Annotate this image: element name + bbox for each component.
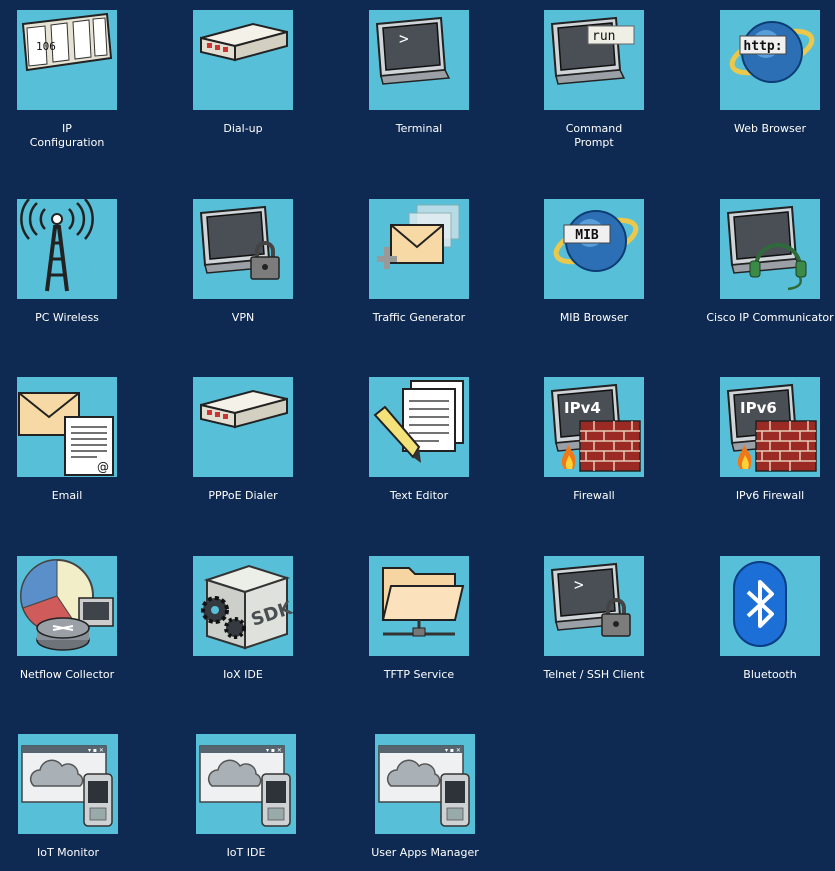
cloud-phone-icon[interactable]: ▾ ▪ ✕ xyxy=(196,734,296,834)
app-label[interactable]: VPN xyxy=(173,311,313,325)
cloud-phone-icon[interactable]: ▾ ▪ ✕ xyxy=(18,734,118,834)
svg-text:MIB: MIB xyxy=(575,228,599,243)
app-label[interactable]: PPPoE Dialer xyxy=(173,489,313,503)
app-label[interactable]: TFTP Service xyxy=(349,668,489,682)
app-label[interactable]: Netflow Collector xyxy=(0,668,137,682)
envelopes-icon[interactable] xyxy=(369,199,469,299)
app-label[interactable]: IoT IDE xyxy=(176,846,316,860)
app-label[interactable]: Dial-up xyxy=(173,122,313,136)
svg-text:▾ ▪ ✕: ▾ ▪ ✕ xyxy=(266,747,282,754)
app-label[interactable]: Telnet / SSH Client xyxy=(524,668,664,682)
app-label[interactable]: IP Configuration xyxy=(0,122,137,150)
app-label[interactable]: Web Browser xyxy=(700,122,835,136)
folder-network-icon[interactable] xyxy=(369,556,469,656)
app-label[interactable]: Command Prompt xyxy=(524,122,664,150)
svg-text:IPv6: IPv6 xyxy=(740,399,777,417)
svg-text:IPv4: IPv4 xyxy=(564,399,601,417)
app-label[interactable]: Email xyxy=(0,489,137,503)
bluetooth-icon[interactable] xyxy=(720,556,820,656)
command-prompt-icon[interactable]: run xyxy=(544,10,644,110)
app-label[interactable]: PC Wireless xyxy=(0,311,137,325)
pie-chart-router-icon[interactable] xyxy=(17,556,117,656)
monitor-lock-icon[interactable] xyxy=(193,199,293,299)
terminal-icon[interactable]: > xyxy=(369,10,469,110)
sdk-box-icon[interactable]: SDK xyxy=(193,556,293,656)
svg-text:▾ ▪ ✕: ▾ ▪ ✕ xyxy=(88,747,104,754)
app-label[interactable]: Firewall xyxy=(524,489,664,503)
svg-text:▾ ▪ ✕: ▾ ▪ ✕ xyxy=(445,747,461,754)
firewall-icon[interactable]: IPv4 xyxy=(544,377,644,477)
svg-text:http:: http: xyxy=(743,39,782,54)
modem-icon[interactable] xyxy=(193,377,293,477)
app-label[interactable]: MIB Browser xyxy=(524,311,664,325)
svg-text:>: > xyxy=(574,575,584,594)
app-label[interactable]: IoT Monitor xyxy=(0,846,138,860)
app-label[interactable]: Cisco IP Communicator xyxy=(700,311,835,325)
wireless-tower-icon[interactable] xyxy=(17,199,117,299)
app-label[interactable]: IoX IDE xyxy=(173,668,313,682)
firewall-icon[interactable]: IPv6 xyxy=(720,377,820,477)
svg-text:@: @ xyxy=(97,460,109,474)
modem-icon[interactable] xyxy=(193,10,293,110)
document-pencil-icon[interactable] xyxy=(369,377,469,477)
cloud-phone-icon[interactable]: ▾ ▪ ✕ xyxy=(375,734,475,834)
app-label[interactable]: User Apps Manager xyxy=(355,846,495,860)
app-label[interactable]: Text Editor xyxy=(349,489,489,503)
email-icon[interactable]: @ xyxy=(17,377,117,477)
app-label[interactable]: Traffic Generator xyxy=(349,311,489,325)
ip-config-icon[interactable]: 106 xyxy=(17,10,117,110)
app-label[interactable]: Bluetooth xyxy=(700,668,835,682)
mib-globe-icon[interactable]: MIB xyxy=(544,199,644,299)
svg-text:run: run xyxy=(592,29,615,44)
monitor-headset-icon[interactable] xyxy=(720,199,820,299)
svg-text:>: > xyxy=(399,29,409,48)
terminal-lock-icon[interactable]: > xyxy=(544,556,644,656)
svg-text:106: 106 xyxy=(36,40,56,53)
app-label[interactable]: Terminal xyxy=(349,122,489,136)
app-label[interactable]: IPv6 Firewall xyxy=(700,489,835,503)
globe-icon[interactable]: http: xyxy=(720,10,820,110)
